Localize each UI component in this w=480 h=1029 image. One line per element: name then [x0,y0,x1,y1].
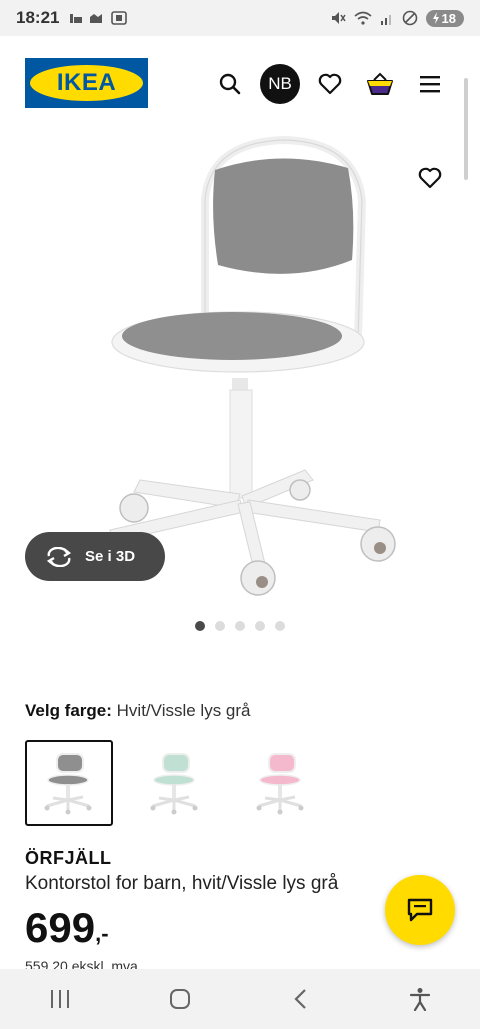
color-swatch-green[interactable] [131,740,219,826]
charging-icon [432,12,439,24]
color-label-prefix: Velg farge: [25,701,112,720]
search-button[interactable] [210,64,250,104]
product-description: Kontorstol for barn, hvit/Vissle lys grå [25,873,339,894]
price-value: 699 [25,904,96,951]
color-swatches [25,740,325,826]
notification-icons [69,11,128,25]
heart-icon [318,73,342,95]
screenshot-icon [111,11,128,25]
view-3d-button[interactable]: Se i 3D [25,532,165,581]
status-bar: 18:21 18 [0,0,480,36]
chair-thumbnail [150,753,198,815]
status-time: 18:21 [16,8,60,27]
view-3d-label: Se i 3D [85,548,136,565]
rotate-3d-icon [46,546,72,567]
shopping-bag-icon [367,72,393,95]
color-swatch-grey[interactable] [25,740,113,826]
accessibility-button[interactable] [390,974,450,1024]
back-icon [294,989,306,1009]
gallery-dot[interactable] [195,621,205,631]
do-not-disturb-icon [402,10,417,26]
avatar-initials: NB [268,74,292,93]
notification-icon [90,14,103,23]
wishlist-button[interactable] [310,64,350,104]
chat-button[interactable] [385,875,455,945]
chair-thumbnail [44,753,92,815]
chair-thumbnail [256,753,304,815]
signal-icon [380,15,391,25]
site-header: IKEA NB [0,36,480,132]
search-icon [219,73,241,95]
price-suffix: ,- [95,921,109,946]
hamburger-menu-icon [420,76,440,93]
home-button[interactable] [150,974,210,1024]
gallery-dot[interactable] [255,621,265,631]
accessibility-icon [409,988,431,1011]
color-swatch-pink[interactable] [237,740,325,826]
product-name: ÖRFJÄLL [25,848,112,868]
wifi-icon [354,11,372,25]
gallery-pagination [195,621,285,631]
gallery-dot[interactable] [235,621,245,631]
back-button[interactable] [270,974,330,1024]
product-price: 699 ,- [25,903,109,953]
home-icon [170,989,190,1009]
menu-button[interactable] [410,64,450,104]
ikea-logo[interactable]: IKEA [25,58,148,108]
color-selection-label: Velg farge: Hvit/Vissle lys grå [25,701,251,721]
user-avatar-button[interactable]: NB [260,64,300,104]
recent-apps-button[interactable] [30,974,90,1024]
product-favorite-button[interactable] [410,160,450,196]
selected-color-value: Hvit/Vissle lys grå [116,701,251,720]
logo-text: IKEA [56,69,117,96]
gallery-dot[interactable] [275,621,285,631]
battery-level: 18 [441,10,456,26]
gallery-dot[interactable] [215,621,225,631]
recent-apps-icon [51,990,69,1008]
battery-indicator: 18 [425,9,464,27]
notification-icon [70,14,83,23]
chat-icon [407,898,433,922]
heart-icon [418,167,442,189]
mute-icon [331,12,346,24]
system-navigation-bar [0,969,480,1029]
cart-button[interactable] [360,64,400,104]
